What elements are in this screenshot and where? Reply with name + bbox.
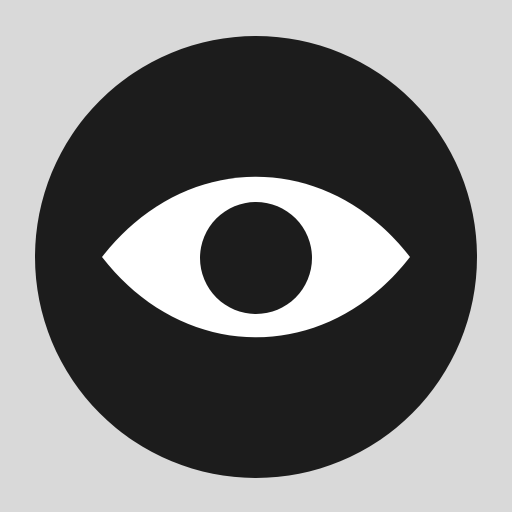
eye-pupil <box>200 202 312 314</box>
eye-icon <box>0 0 512 512</box>
app-icon-canvas <box>0 0 512 512</box>
